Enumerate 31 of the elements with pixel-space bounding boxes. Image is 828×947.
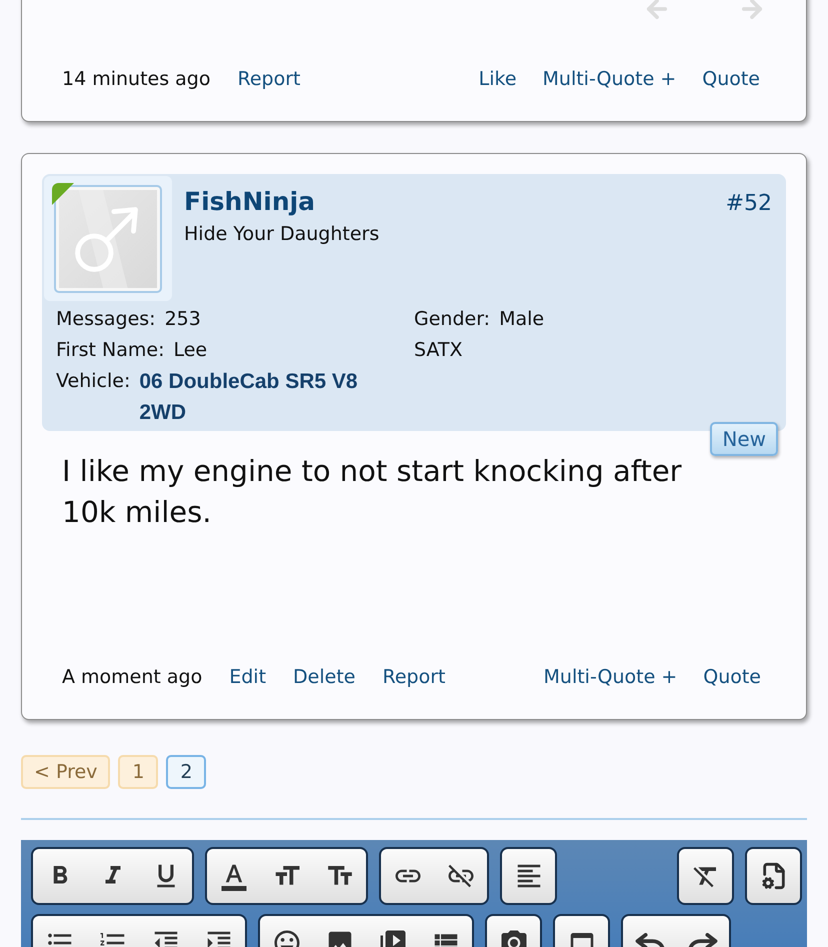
field-label: Messages:: [56, 307, 156, 332]
post-number-link[interactable]: #52: [726, 176, 784, 219]
field-value: 253: [164, 307, 201, 332]
action-link[interactable]: Like: [478, 65, 517, 93]
action-link[interactable]: Delete: [293, 663, 356, 691]
field-value: Lee: [173, 338, 208, 363]
action-link[interactable]: Multi-Quote +: [542, 65, 676, 93]
action-link[interactable]: Multi-Quote +: [544, 663, 678, 691]
field-value: 06 DoubleCab SR5 V8 2WD: [139, 369, 359, 426]
field-value: Male: [499, 307, 544, 332]
message-text: I like my engine to not start knocking after 10k miles.: [62, 453, 683, 531]
field-label: Gender:: [414, 307, 490, 332]
post-time: 14 minutes ago: [62, 67, 210, 92]
action-link[interactable]: Quote: [702, 65, 760, 93]
action-link[interactable]: Report: [382, 663, 446, 691]
field-label: First Name:: [56, 338, 164, 363]
status-badge: New: [710, 422, 778, 456]
pagination-button[interactable]: < Prev: [21, 755, 110, 789]
redo-icon: [688, 933, 718, 947]
field-label: Vehicle:: [56, 369, 130, 394]
action-link[interactable]: Edit: [229, 663, 266, 691]
user-title: Hide Your Daughters: [184, 222, 380, 247]
undo-icon: [634, 933, 664, 947]
pagination-button[interactable]: 2: [166, 755, 206, 789]
action-link[interactable]: Quote: [703, 663, 761, 691]
file-gear-icon: [760, 862, 788, 890]
username-link[interactable]: FishNinja: [184, 186, 380, 218]
field-value: SATX: [414, 338, 463, 363]
post-time: A moment ago: [62, 665, 202, 690]
pagination-button[interactable]: 1: [118, 755, 158, 789]
action-link[interactable]: Report: [238, 65, 300, 93]
